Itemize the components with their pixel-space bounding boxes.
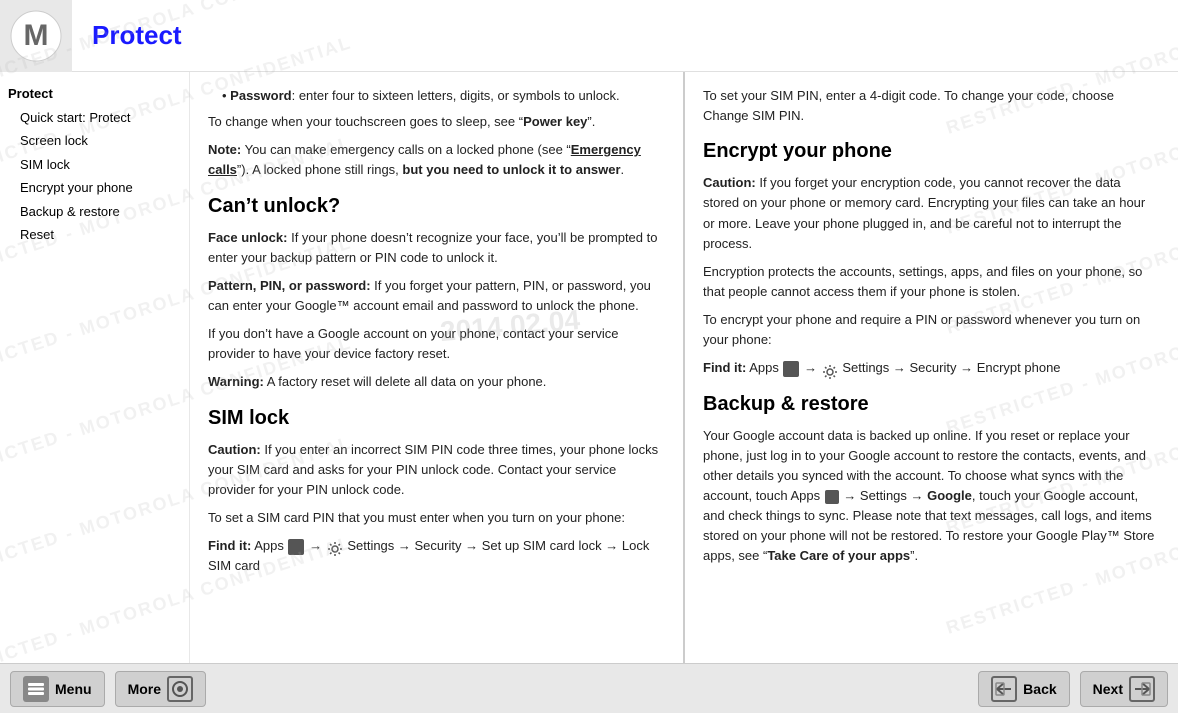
face-unlock-label: Face unlock:: [208, 230, 287, 245]
apps-icon-2: [783, 361, 799, 377]
encrypt-caution-label: Caution:: [703, 175, 756, 190]
backup-heading: Backup & restore: [703, 389, 1160, 420]
footer-left: Menu More: [10, 671, 206, 707]
encrypt-heading: Encrypt your phone: [703, 136, 1160, 167]
encrypt-caution-para: Caution: If you forget your encryption c…: [703, 173, 1160, 254]
note-paragraph: Note: You can make emergency calls on a …: [208, 140, 665, 180]
sim-pin-text: To set your SIM PIN, enter a 4-digit cod…: [703, 86, 1160, 126]
sim-find-para: Find it: Apps → Settings → Security → Se…: [208, 536, 665, 576]
gear-icon: [327, 539, 343, 555]
sidebar-item-encrypt[interactable]: Encrypt your phone: [4, 176, 189, 200]
backup-text: Your Google account data is backed up on…: [703, 426, 1160, 567]
password-label: Password: [230, 88, 291, 103]
gear-icon-2: [822, 361, 838, 377]
cant-unlock-heading: Can’t unlock?: [208, 191, 665, 222]
sidebar-item-backup[interactable]: Backup & restore: [4, 200, 189, 224]
pattern-para: Pattern, PIN, or password: If you forget…: [208, 276, 665, 316]
sidebar-item-simlock[interactable]: SIM lock: [4, 153, 189, 177]
encrypt-find-para: Find it: Apps → Settings → Security → En…: [703, 358, 1160, 378]
face-unlock-para: Face unlock: If your phone doesn’t recog…: [208, 228, 665, 268]
footer-right: Back Next: [978, 671, 1168, 707]
sim-find-label: Find it:: [208, 538, 251, 553]
page-title: Protect: [72, 20, 182, 51]
password-text: : enter four to sixteen letters, digits,…: [292, 88, 620, 103]
more-button[interactable]: More: [115, 671, 206, 707]
motorola-logo-icon: M: [10, 10, 62, 62]
warning-label: Warning:: [208, 374, 264, 389]
apps-icon-3: [825, 490, 839, 504]
back-label: Back: [1023, 681, 1056, 697]
main-layout: Protect Quick start: Protect Screen lock…: [0, 72, 1178, 663]
next-button[interactable]: Next: [1080, 671, 1168, 707]
pattern-label: Pattern, PIN, or password:: [208, 278, 371, 293]
sim-lock-heading: SIM lock: [208, 403, 665, 434]
sidebar: Protect Quick start: Protect Screen lock…: [0, 72, 190, 663]
apps-icon: [288, 539, 304, 555]
footer: Menu More Back Next: [0, 663, 1178, 713]
warning-para: Warning: A factory reset will delete all…: [208, 372, 665, 392]
encrypt-find-label: Find it:: [703, 360, 746, 375]
password-bullet: Password: enter four to sixteen letters,…: [222, 86, 665, 106]
logo: M: [0, 0, 72, 72]
change-note-text: To change when your touchscreen goes to …: [208, 112, 665, 132]
sidebar-item-reset[interactable]: Reset: [4, 223, 189, 247]
back-button[interactable]: Back: [978, 671, 1069, 707]
more-icon: [167, 676, 193, 702]
sim-caution-para: Caution: If you enter an incorrect SIM P…: [208, 440, 665, 500]
right-content-panel: To set your SIM PIN, enter a 4-digit cod…: [685, 72, 1178, 663]
menu-icon: [23, 676, 49, 702]
more-label: More: [128, 681, 161, 697]
svg-text:M: M: [24, 19, 49, 52]
back-icon: [991, 676, 1017, 702]
encrypt-require-para: To encrypt your phone and require a PIN …: [703, 310, 1160, 350]
sim-caution-label: Caution:: [208, 442, 261, 457]
sidebar-item-protect[interactable]: Protect: [4, 82, 189, 106]
encrypt-protects-para: Encryption protects the accounts, settin…: [703, 262, 1160, 302]
content-area: Password: enter four to sixteen letters,…: [190, 72, 1178, 663]
menu-label: Menu: [55, 681, 92, 697]
sidebar-item-quickstart[interactable]: Quick start: Protect: [4, 106, 189, 130]
menu-button[interactable]: Menu: [10, 671, 105, 707]
no-google-para: If you don’t have a Google account on yo…: [208, 324, 665, 364]
note-label: Note:: [208, 142, 241, 157]
header: M Protect: [0, 0, 1178, 72]
next-label: Next: [1093, 681, 1123, 697]
sidebar-item-screenlock[interactable]: Screen lock: [4, 129, 189, 153]
left-content-panel: Password: enter four to sixteen letters,…: [190, 72, 685, 663]
next-icon: [1129, 676, 1155, 702]
sim-set-para: To set a SIM card PIN that you must ente…: [208, 508, 665, 528]
